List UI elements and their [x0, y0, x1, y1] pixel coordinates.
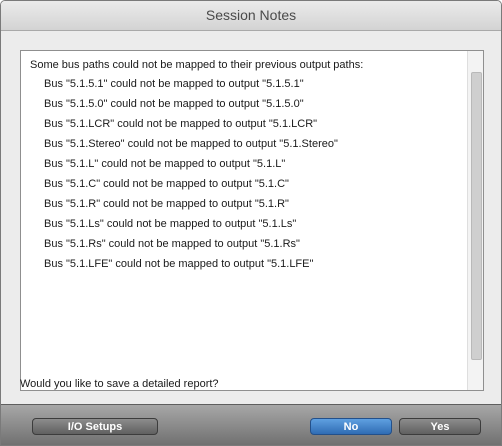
notes-header: Some bus paths could not be mapped to th… — [30, 59, 364, 71]
note-line: Bus "5.1.L" could not be mapped to outpu… — [44, 158, 286, 170]
note-line: Bus "5.1.5.1" could not be mapped to out… — [44, 78, 304, 90]
scrollbar-thumb[interactable] — [471, 72, 482, 360]
vertical-scrollbar[interactable] — [467, 51, 483, 390]
save-report-question: Would you like to save a detailed report… — [20, 378, 219, 390]
note-line: Bus "5.1.C" could not be mapped to outpu… — [44, 178, 289, 190]
note-line: Bus "5.1.LCR" could not be mapped to out… — [44, 118, 318, 130]
notes-text: Some bus paths could not be mapped to th… — [30, 58, 460, 274]
io-setups-button[interactable]: I/O Setups — [32, 418, 158, 435]
dialog-content: Some bus paths could not be mapped to th… — [1, 31, 501, 404]
notes-text-area[interactable]: Some bus paths could not be mapped to th… — [20, 50, 484, 391]
note-line: Bus "5.1.5.0" could not be mapped to out… — [44, 98, 304, 110]
note-line: Bus "5.1.Stereo" could not be mapped to … — [44, 138, 338, 150]
dialog-title: Session Notes — [205, 7, 297, 23]
no-button[interactable]: No — [310, 418, 392, 435]
session-notes-dialog: Session Notes Some bus paths could not b… — [0, 0, 502, 446]
title-bar[interactable]: Session Notes — [1, 1, 501, 31]
note-line: Bus "5.1.Rs" could not be mapped to outp… — [44, 238, 300, 250]
note-line: Bus "5.1.Ls" could not be mapped to outp… — [44, 218, 297, 230]
note-line: Bus "5.1.LFE" could not be mapped to out… — [44, 258, 314, 270]
note-line: Bus "5.1.R" could not be mapped to outpu… — [44, 198, 289, 210]
button-bar: I/O Setups No Yes — [1, 404, 501, 445]
yes-button[interactable]: Yes — [399, 418, 481, 435]
